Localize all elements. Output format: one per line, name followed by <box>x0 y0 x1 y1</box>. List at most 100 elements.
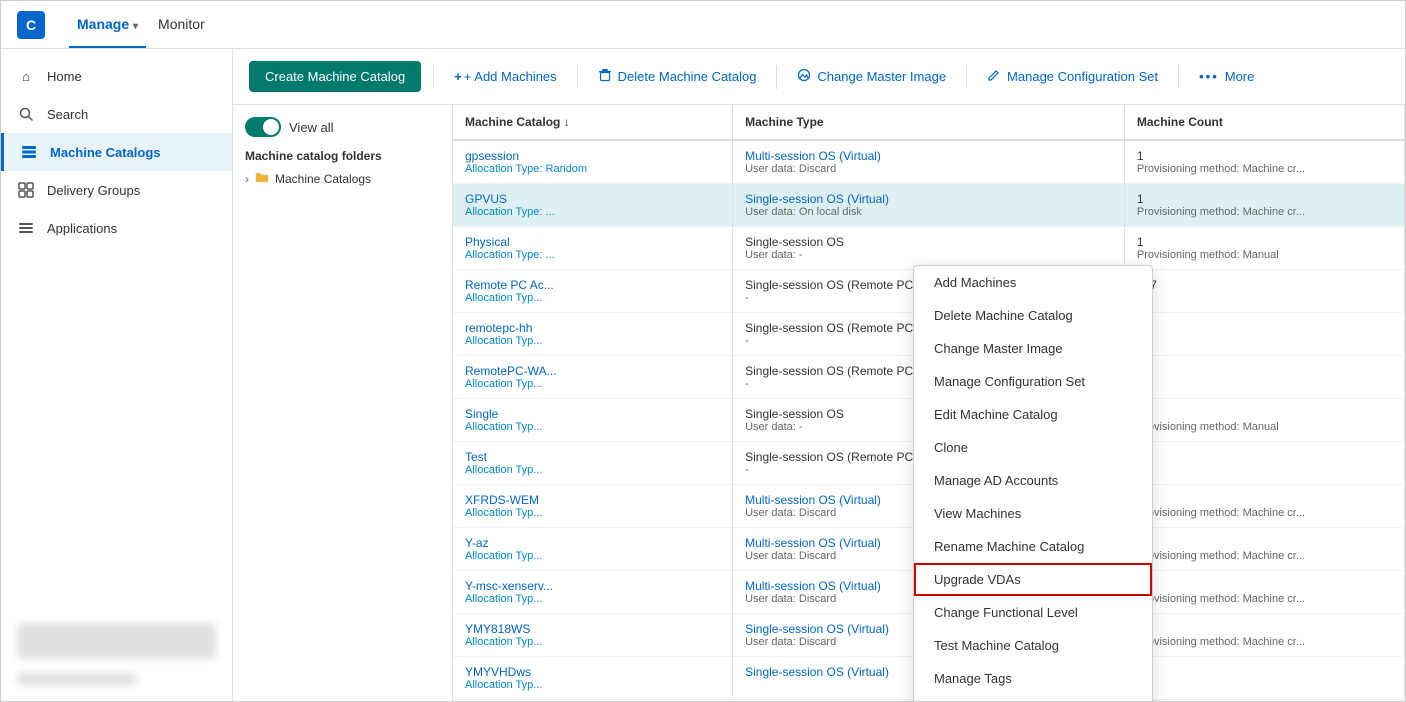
create-machine-catalog-button[interactable]: Create Machine Catalog <box>249 61 421 92</box>
main-layout: ⌂ Home Search Machine Catalogs Delivery <box>1 49 1405 701</box>
cell-catalog-name: GPVUS Allocation Type: ... <box>453 184 732 227</box>
context-menu-item-upgrade-vdas[interactable]: Upgrade VDAs <box>914 563 1152 596</box>
cell-machine-count: 1 Provisioning method: Machine cr... <box>1125 184 1404 227</box>
filter-panel: View all Machine catalog folders › Machi… <box>233 105 453 701</box>
cell-machine-count: 1 - <box>1125 442 1404 485</box>
tab-monitor[interactable]: Monitor <box>150 2 213 48</box>
table-row[interactable]: GPVUS Allocation Type: ... Single-sessio… <box>453 184 1405 227</box>
col-header-machine-type[interactable]: Machine Type <box>733 105 1124 140</box>
cell-machine-type: Multi-session OS (Virtual) User data: Di… <box>733 140 1124 184</box>
context-menu-item-add-machines[interactable]: Add Machines <box>914 266 1152 299</box>
context-menu: Add MachinesDelete Machine CatalogChange… <box>913 265 1153 701</box>
tab-manage[interactable]: Manage ▾ <box>69 2 146 48</box>
context-menu-item-test-machine-catalog[interactable]: Test Machine Catalog <box>914 629 1152 662</box>
content-area: Create Machine Catalog + + Add Machines … <box>233 49 1405 701</box>
more-button[interactable]: ••• More <box>1191 63 1262 90</box>
cell-catalog-name: XFRDS-WEM Allocation Typ... <box>453 485 732 528</box>
change-master-image-button[interactable]: Change Master Image <box>789 62 954 91</box>
cell-catalog-name: RemotePC-WA... Allocation Typ... <box>453 356 732 399</box>
cell-machine-count: 2 Provisioning method: Machine cr... <box>1125 571 1404 614</box>
cell-catalog-name: gpsession Allocation Type: Random <box>453 140 732 184</box>
cell-machine-count: 17 Provisioning method: Manual <box>1125 399 1404 442</box>
context-menu-item-edit-machine-catalog[interactable]: Edit Machine Catalog <box>914 398 1152 431</box>
cell-machine-count: 1 Provisioning method: Machine cr... <box>1125 140 1404 184</box>
cell-machine-type: Single-session OS (Virtual) User data: O… <box>733 184 1124 227</box>
cell-catalog-name: YMYVHDws Allocation Typ... <box>453 657 732 700</box>
sort-icon: ↓ <box>564 115 570 129</box>
folder-icon <box>255 171 269 186</box>
cell-catalog-name: Y-az Allocation Typ... <box>453 528 732 571</box>
cell-catalog-name: Physical Allocation Type: ... <box>453 227 732 270</box>
cell-catalog-name: YMY818WS Allocation Typ... <box>453 614 732 657</box>
delete-machine-catalog-button[interactable]: Delete Machine Catalog <box>590 62 765 91</box>
cell-catalog-name: Test Allocation Typ... <box>453 442 732 485</box>
sidebar-item-applications[interactable]: Applications <box>1 209 232 247</box>
plus-icon: + <box>454 69 462 84</box>
context-menu-item-delete-catalog[interactable]: Delete Machine Catalog <box>914 299 1152 332</box>
col-sep-3 <box>1404 105 1405 140</box>
toolbar-separator-4 <box>966 65 967 89</box>
cell-catalog-name: remotepc-hh Allocation Typ... <box>453 313 732 356</box>
toolbar-separator-5 <box>1178 65 1179 89</box>
catalog-icon <box>20 143 38 161</box>
toolbar-separator-2 <box>577 65 578 89</box>
context-menu-item-clone[interactable]: Clone <box>914 431 1152 464</box>
sidebar-item-machine-catalogs[interactable]: Machine Catalogs <box>1 133 232 171</box>
toolbar-separator-1 <box>433 65 434 89</box>
delivery-icon <box>17 181 35 199</box>
cell-machine-count: 1 - <box>1125 356 1404 399</box>
cell-catalog-name: Y-msc-xenserv... Allocation Typ... <box>453 571 732 614</box>
toggle-switch[interactable] <box>245 117 281 137</box>
context-menu-item-change-master-image[interactable]: Change Master Image <box>914 332 1152 365</box>
user-info-blurred <box>17 623 216 659</box>
user-detail-blurred <box>17 673 136 685</box>
cell-machine-count: 1 - <box>1125 313 1404 356</box>
table-header-row: Machine Catalog ↓ Machine Type Machine C… <box>453 105 1405 140</box>
cell-machine-type: Single-session OS User data: - <box>733 227 1124 270</box>
folder-item-machine-catalogs[interactable]: › Machine Catalogs <box>245 167 440 190</box>
sidebar: ⌂ Home Search Machine Catalogs Delivery <box>1 49 233 701</box>
cell-machine-count: 1 Provisioning method: Manual <box>1125 227 1404 270</box>
sidebar-item-delivery-groups[interactable]: Delivery Groups <box>1 171 232 209</box>
apps-icon <box>17 219 35 237</box>
home-icon: ⌂ <box>17 67 35 85</box>
image-icon <box>797 68 811 85</box>
table-row[interactable]: Physical Allocation Type: ... Single-ses… <box>453 227 1405 270</box>
toolbar-separator-3 <box>776 65 777 89</box>
manage-configuration-set-button[interactable]: Manage Configuration Set <box>979 62 1166 91</box>
app-logo: C <box>17 11 45 39</box>
context-menu-item-move-machine-catalog[interactable]: Move Machine Catalog <box>914 695 1152 701</box>
cell-machine-count: 1 Provisioning method: Machine cr... <box>1125 614 1404 657</box>
context-menu-item-view-machines[interactable]: View Machines <box>914 497 1152 530</box>
cell-catalog-name: Remote PC Ac... Allocation Typ... <box>453 270 732 313</box>
col-header-machine-catalog[interactable]: Machine Catalog ↓ <box>453 105 732 140</box>
context-menu-item-manage-tags[interactable]: Manage Tags <box>914 662 1152 695</box>
pencil-icon <box>987 68 1001 85</box>
context-menu-item-manage-ad-accounts[interactable]: Manage AD Accounts <box>914 464 1152 497</box>
add-machines-button[interactable]: + + Add Machines <box>446 63 564 90</box>
search-icon <box>17 105 35 123</box>
context-menu-item-change-functional-level[interactable]: Change Functional Level <box>914 596 1152 629</box>
cell-machine-count: 1 <box>1125 657 1404 700</box>
sidebar-footer <box>1 607 232 701</box>
chevron-right-icon: › <box>245 172 249 186</box>
top-nav-tabs: Manage ▾ Monitor <box>69 2 213 48</box>
table-row[interactable]: gpsession Allocation Type: Random Multi-… <box>453 140 1405 184</box>
context-menu-item-manage-config-set[interactable]: Manage Configuration Set <box>914 365 1152 398</box>
view-all-toggle[interactable]: View all <box>245 117 440 137</box>
cell-catalog-name: Single Allocation Typ... <box>453 399 732 442</box>
cell-machine-count: 2 Provisioning method: Machine cr... <box>1125 528 1404 571</box>
trash-icon <box>598 68 612 85</box>
chevron-down-icon: ▾ <box>133 21 138 32</box>
folder-section-label: Machine catalog folders <box>245 149 440 163</box>
cell-machine-count: 997 - <box>1125 270 1404 313</box>
top-nav: C Manage ▾ Monitor <box>1 1 1405 49</box>
sidebar-item-search[interactable]: Search <box>1 95 232 133</box>
cell-machine-count: 0 Provisioning method: Machine cr... <box>1125 485 1404 528</box>
app-shell: C Manage ▾ Monitor ⌂ Home Search <box>0 0 1406 702</box>
context-menu-item-rename-machine-catalog[interactable]: Rename Machine Catalog <box>914 530 1152 563</box>
col-header-machine-count[interactable]: Machine Count <box>1125 105 1404 140</box>
table-container: Machine Catalog ↓ Machine Type Machine C… <box>453 105 1405 701</box>
toolbar: Create Machine Catalog + + Add Machines … <box>233 49 1405 105</box>
sidebar-item-home[interactable]: ⌂ Home <box>1 57 232 95</box>
